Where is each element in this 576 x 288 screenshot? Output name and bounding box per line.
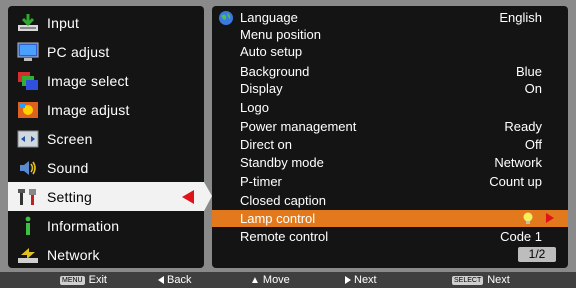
left-arrow-icon: [158, 276, 164, 284]
menu-item-label: Information: [47, 217, 120, 234]
menu-item-label: Image select: [47, 72, 129, 89]
submenu-value: English: [499, 10, 542, 25]
submenu-label: Closed caption: [240, 193, 326, 208]
screen-icon: [16, 128, 40, 150]
submenu-label: P-timer: [240, 174, 282, 189]
submenu-item-remote-control[interactable]: Remote control Code 1: [212, 228, 568, 245]
submenu-item-menu-position[interactable]: Menu position: [212, 26, 568, 43]
menu-item-label: Network: [47, 246, 100, 263]
submenu-label: Auto setup: [240, 44, 303, 59]
submenu-value: Network: [494, 155, 542, 170]
menu-item-setting[interactable]: Setting: [8, 182, 212, 211]
submenu-item-p-timer[interactable]: P-timer Count up: [212, 173, 568, 190]
page-indicator: 1/2: [518, 247, 556, 262]
hint-next-label: Next: [354, 274, 377, 286]
submenu-label: Menu position: [240, 27, 321, 42]
menu-item-input[interactable]: Input: [8, 8, 204, 37]
selection-notch: [204, 182, 212, 211]
menu-item-label: Screen: [47, 130, 93, 147]
submenu-value: Blue: [515, 64, 542, 79]
submenu-label: Standby mode: [240, 155, 324, 170]
key-guide-bar: MENU Exit Back ▲︎ Move Next SELECT Next: [0, 272, 576, 288]
submenu-value: Code 1: [500, 229, 542, 244]
hint-next: Next: [345, 272, 377, 288]
hint-move: ▲︎ Move: [250, 272, 290, 288]
menu-item-screen[interactable]: Screen: [8, 124, 204, 153]
select-key-icon: SELECT: [452, 275, 484, 285]
menu-item-pc-adjust[interactable]: PC adjust: [8, 37, 204, 66]
hint-exit: MENU Exit: [60, 272, 107, 288]
network-icon: [16, 244, 40, 266]
submenu-value: Off: [524, 137, 542, 152]
image-select-icon: [16, 70, 40, 92]
information-icon: [16, 215, 40, 237]
menu-item-network[interactable]: Network: [8, 240, 204, 269]
input-icon: [16, 12, 40, 34]
submenu-value: Count up: [489, 174, 542, 189]
submenu-label: Power management: [240, 119, 357, 134]
sound-icon: [16, 157, 40, 179]
submenu-item-standby-mode[interactable]: Standby mode Network: [212, 154, 568, 171]
hint-move-label: Move: [262, 274, 290, 286]
up-down-arrow-icon: ▲︎: [250, 274, 260, 286]
right-arrow-icon: [345, 276, 351, 284]
submenu-label: Logo: [240, 100, 269, 115]
globe-icon: [218, 10, 234, 26]
submenu-item-display[interactable]: Display On: [212, 80, 568, 97]
lamp-bulb-icon: [522, 212, 534, 225]
pc-adjust-icon: [16, 41, 40, 63]
submenu-arrow-icon: [546, 213, 554, 223]
submenu-item-logo[interactable]: Logo: [212, 99, 568, 116]
hint-exit-label: Exit: [88, 274, 107, 286]
submenu-label: Direct on: [240, 137, 293, 152]
hint-select-next: SELECT Next: [452, 272, 510, 288]
submenu-label: Lamp control: [240, 211, 316, 226]
menu-item-image-adjust[interactable]: Image adjust: [8, 95, 204, 124]
setting-submenu-panel: Language English Menu position Auto setu…: [212, 6, 568, 268]
submenu-item-direct-on[interactable]: Direct on Off: [212, 136, 568, 153]
menu-item-label: Setting: [47, 188, 92, 205]
menu-item-label: Sound: [47, 159, 89, 176]
setting-icon: [16, 186, 40, 208]
menu-item-label: Input: [47, 14, 80, 31]
hint-back-label: Back: [167, 274, 192, 286]
menu-item-label: PC adjust: [47, 43, 110, 60]
submenu-item-lamp-control[interactable]: Lamp control: [212, 210, 568, 227]
hint-back: Back: [158, 272, 191, 288]
submenu-label: Display: [240, 81, 283, 96]
menu-item-sound[interactable]: Sound: [8, 153, 204, 182]
submenu-value: On: [524, 81, 542, 96]
submenu-item-language[interactable]: Language English: [212, 9, 568, 26]
image-adjust-icon: [16, 99, 40, 121]
osd-frame: Input PC adjust Image select Image adjus…: [0, 0, 576, 288]
main-menu-panel: Input PC adjust Image select Image adjus…: [8, 6, 212, 269]
menu-key-icon: MENU: [60, 275, 85, 285]
submenu-item-power-management[interactable]: Power management Ready: [212, 118, 568, 135]
hint-select-next-label: Next: [487, 274, 510, 286]
menu-item-information[interactable]: Information: [8, 211, 204, 240]
submenu-item-auto-setup[interactable]: Auto setup: [212, 43, 568, 60]
submenu-value: Ready: [504, 119, 542, 134]
menu-item-image-select[interactable]: Image select: [8, 66, 204, 95]
submenu-label: Background: [240, 64, 310, 79]
submenu-item-closed-caption[interactable]: Closed caption: [212, 192, 568, 209]
submenu-label: Remote control: [240, 229, 329, 244]
submenu-item-background[interactable]: Background Blue: [212, 63, 568, 80]
submenu-label: Language: [240, 10, 298, 25]
selected-indicator-icon: [182, 190, 194, 204]
menu-item-label: Image adjust: [47, 101, 130, 118]
